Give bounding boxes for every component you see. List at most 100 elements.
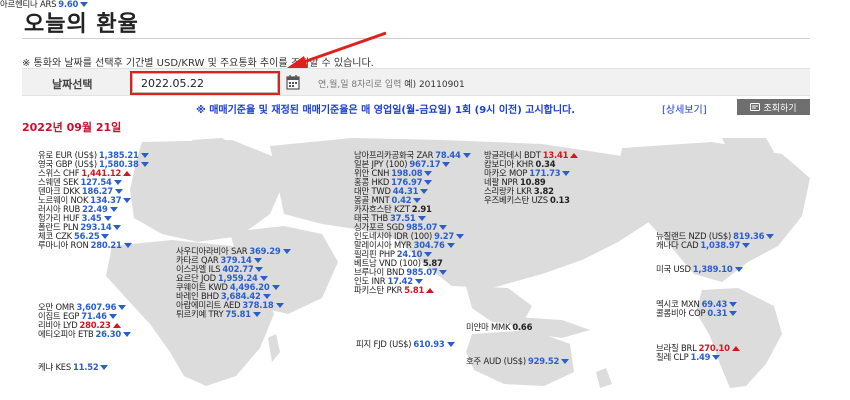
title-divider — [22, 38, 810, 39]
currency-label: 캐나다 CAD — [656, 240, 699, 250]
rate-item[interactable]: 파키스탄 PKR 5.81 — [354, 285, 435, 295]
down-arrow-icon — [113, 180, 122, 185]
down-arrow-icon — [253, 258, 262, 263]
currency-value: 0.31 — [707, 308, 728, 318]
down-arrow-icon — [442, 162, 451, 167]
down-arrow-icon — [729, 311, 738, 316]
date-format-help: 연,월,일 8자리로 입력 예) 20110901 — [318, 77, 465, 90]
down-arrow-icon — [123, 332, 132, 337]
down-arrow-icon — [424, 171, 433, 176]
currency-label: 콜롬비아 COP — [656, 308, 706, 318]
down-arrow-icon — [446, 342, 455, 347]
down-arrow-icon — [562, 171, 571, 176]
down-arrow-icon — [109, 207, 118, 212]
currency-label: 미얀마 MMK — [466, 322, 511, 332]
down-arrow-icon — [712, 355, 721, 360]
up-arrow-icon — [570, 153, 579, 158]
page-title: 오늘의 환율 — [24, 12, 139, 37]
map-north-america — [618, 142, 810, 282]
currency-label: 파키스탄 PKR — [354, 285, 403, 295]
rate-item[interactable]: 캐나다 CAD 1,038.97 — [656, 240, 751, 250]
down-arrow-icon — [729, 302, 738, 307]
map-madagascar — [268, 334, 280, 362]
date-help-example: 예) 20110901 — [404, 80, 465, 90]
down-arrow-icon — [108, 314, 117, 319]
currency-label: 호주 AUD (US$) — [466, 356, 526, 366]
down-arrow-icon — [462, 153, 471, 158]
rate-item[interactable]: 에티오피아 ETB 26.30 — [38, 329, 132, 339]
down-arrow-icon — [446, 243, 455, 248]
currency-label: 미국 USD — [656, 264, 691, 274]
currency-value: 0.13 — [549, 195, 570, 205]
down-arrow-icon — [420, 189, 429, 194]
down-arrow-icon — [424, 252, 433, 257]
search-button[interactable]: 조회하기 — [737, 99, 810, 115]
rate-item[interactable]: 칠레 CLP 1.49 — [656, 352, 721, 362]
rate-item[interactable]: 호주 AUD (US$) 929.52 — [466, 356, 570, 366]
down-arrow-icon — [140, 153, 149, 158]
currency-value: 369.29 — [249, 246, 281, 256]
currency-label: 우즈베키스탄 UZS — [484, 195, 548, 205]
down-arrow-icon — [100, 365, 109, 370]
date-help-text: 연,월,일 8자리로 입력 — [318, 80, 402, 90]
search-button-label: 조회하기 — [763, 103, 797, 114]
date-input[interactable] — [132, 73, 278, 93]
down-arrow-icon — [114, 189, 123, 194]
down-arrow-icon — [742, 243, 751, 248]
currency-value: 610.93 — [413, 339, 445, 349]
down-arrow-icon — [259, 276, 268, 281]
down-arrow-icon — [123, 198, 132, 203]
rate-item[interactable]: 우즈베키스탄 UZS 0.13 — [484, 196, 570, 205]
down-arrow-icon — [262, 294, 271, 299]
currency-value: 26.30 — [95, 329, 122, 339]
currency-value: 1.49 — [690, 352, 711, 362]
down-arrow-icon — [140, 162, 149, 167]
currency-value: 1,389.10 — [692, 264, 733, 274]
down-arrow-icon — [439, 270, 448, 275]
currency-value: 929.52 — [527, 356, 560, 366]
down-arrow-icon — [113, 225, 122, 230]
down-arrow-icon — [275, 303, 284, 308]
down-arrow-icon — [455, 234, 464, 239]
down-arrow-icon — [101, 234, 110, 239]
up-arrow-icon — [426, 288, 435, 293]
rate-item[interactable]: 피지 FJD (US$) 610.93 — [356, 340, 455, 349]
down-arrow-icon — [80, 2, 89, 7]
rate-item[interactable]: 아르헨티나 ARS 9.60 — [0, 0, 89, 9]
usage-notice: ※ 통화와 날짜를 선택후 기간별 USD/KRW 및 주요통화 추이를 조회할… — [22, 58, 374, 69]
date-select-label: 날짜선택 — [52, 78, 93, 91]
currency-value: 5.81 — [404, 285, 425, 295]
currency-value: 9.60 — [58, 0, 79, 9]
currency-label: 루마니아 RON — [38, 240, 89, 250]
result-date-heading: 2022년 09월 21일 — [22, 121, 122, 134]
search-icon — [750, 103, 761, 111]
down-arrow-icon — [255, 267, 264, 272]
rate-item[interactable]: 미얀마 MMK 0.66 — [466, 323, 532, 332]
currency-value: 280.21 — [90, 240, 122, 250]
down-arrow-icon — [766, 234, 775, 239]
down-arrow-icon — [424, 180, 433, 185]
currency-label: 칠레 CLP — [656, 352, 689, 362]
currency-label: 케냐 KES — [38, 362, 71, 372]
currency-label: 튀르키예 TRY — [176, 309, 224, 319]
up-arrow-icon — [112, 323, 121, 328]
rate-item[interactable]: 루마니아 RON 280.21 — [38, 241, 132, 250]
down-arrow-icon — [439, 225, 448, 230]
rate-item[interactable]: 튀르키예 TRY 75.81 — [176, 310, 261, 319]
down-arrow-icon — [417, 216, 426, 221]
currency-label: 아르헨티나 ARS — [0, 0, 57, 9]
detail-link[interactable]: [상세보기] — [662, 101, 707, 116]
rate-item[interactable]: 미국 USD 1,389.10 — [656, 265, 743, 274]
down-arrow-icon — [282, 249, 291, 254]
rate-notice: ※ 매매기준율 및 재정된 매매기준율은 매 영업일(월-금요일) 1회 (9시… — [196, 105, 576, 116]
down-arrow-icon — [103, 216, 112, 221]
currency-value: 0.66 — [512, 322, 533, 332]
rate-item[interactable]: 콜롬비아 COP 0.31 — [656, 308, 738, 318]
rate-item[interactable]: 케냐 KES 11.52 — [38, 362, 109, 372]
down-arrow-icon — [252, 312, 261, 317]
calendar-icon[interactable] — [286, 74, 300, 90]
down-arrow-icon — [413, 198, 422, 203]
down-arrow-icon — [414, 279, 423, 284]
down-arrow-icon — [123, 243, 132, 248]
down-arrow-icon — [271, 285, 280, 290]
